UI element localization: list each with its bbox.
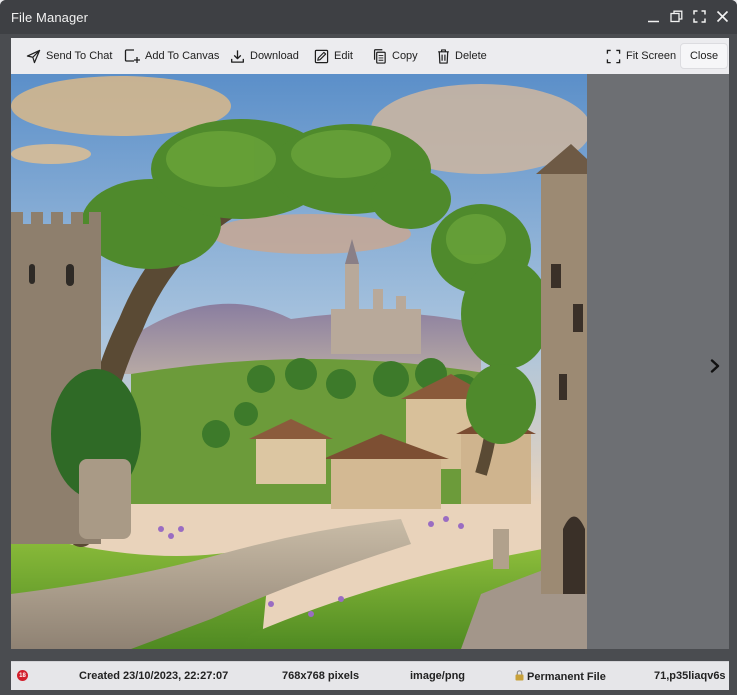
download-button[interactable]: Download: [230, 43, 299, 69]
age-rating-badge: 18: [17, 670, 28, 681]
status-bar: 18 Created 23/10/2023, 22:27:07 768x768 …: [11, 661, 729, 690]
delete-button[interactable]: Delete: [437, 43, 487, 69]
fit-screen-icon: [606, 49, 621, 63]
minimize-button[interactable]: [645, 8, 662, 25]
minimize-icon: [648, 20, 659, 23]
trash-icon: [438, 48, 449, 64]
file-id: 71,p35liaqv6s: [654, 670, 726, 682]
copy-icon: [373, 48, 386, 64]
title-bar[interactable]: File Manager: [0, 0, 737, 34]
window-title: File Manager: [11, 10, 89, 25]
maximize-icon: [693, 10, 706, 23]
next-image-button[interactable]: [708, 357, 722, 375]
close-icon: [716, 10, 729, 23]
image-dimensions: 768x768 pixels: [282, 670, 360, 682]
fit-screen-button[interactable]: Fit Screen: [606, 43, 676, 69]
add-to-canvas-button[interactable]: Add To Canvas: [124, 43, 219, 69]
village-illustration: [11, 74, 587, 649]
window-controls: [645, 8, 731, 25]
send-to-chat-label: Send To Chat: [46, 50, 113, 62]
edit-icon: [314, 49, 329, 63]
restore-icon: [670, 10, 683, 23]
add-to-canvas-icon: [124, 49, 140, 63]
edit-label: Edit: [334, 50, 353, 62]
restore-button[interactable]: [668, 8, 685, 25]
close-button[interactable]: Close: [680, 43, 728, 69]
download-label: Download: [250, 50, 299, 62]
delete-label: Delete: [455, 50, 487, 62]
add-to-canvas-label: Add To Canvas: [145, 50, 220, 62]
image-viewer: [11, 74, 729, 649]
mime-type: image/png: [410, 670, 466, 682]
preview-image: [11, 74, 587, 649]
close-window-button[interactable]: [714, 8, 731, 25]
copy-label: Copy: [392, 50, 418, 62]
permanence-status: Permanent File: [515, 670, 606, 683]
file-manager-window: File Manager Send To Chat Add To Canvas …: [0, 0, 737, 695]
edit-button[interactable]: Edit: [314, 43, 353, 69]
copy-button[interactable]: Copy: [373, 43, 418, 69]
maximize-button[interactable]: [691, 8, 708, 25]
download-icon: [231, 49, 244, 63]
send-icon: [26, 49, 41, 63]
chevron-right-icon: [710, 359, 720, 373]
permanence-label: Permanent File: [527, 671, 606, 683]
created-date: Created 23/10/2023, 22:27:07: [79, 670, 229, 682]
fit-screen-label: Fit Screen: [626, 50, 677, 62]
lock-icon: [515, 670, 524, 681]
toolbar: Send To Chat Add To Canvas Download Edit: [11, 38, 729, 75]
send-to-chat-button[interactable]: Send To Chat: [26, 43, 112, 69]
age-rating-text: 18: [19, 672, 26, 679]
